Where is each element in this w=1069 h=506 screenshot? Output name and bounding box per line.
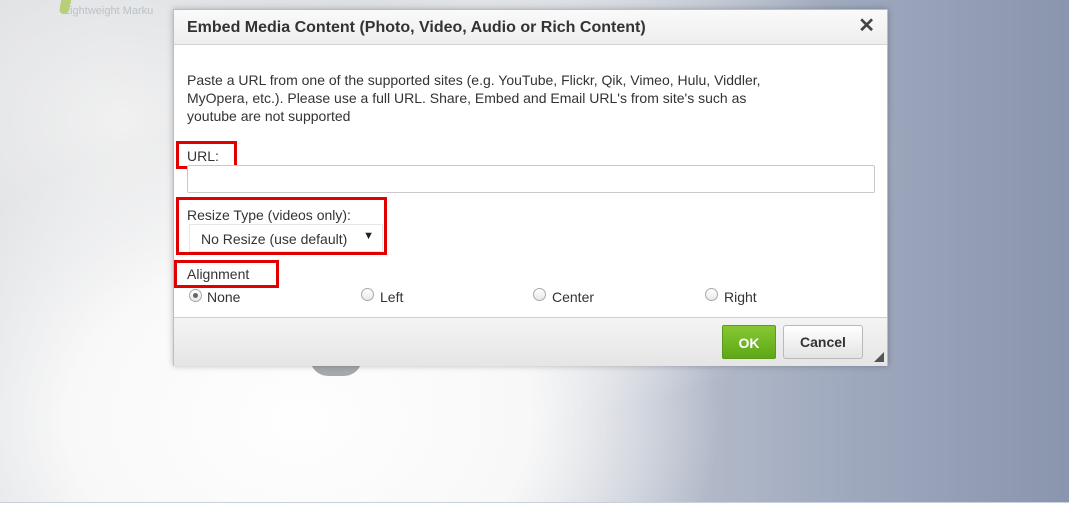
embed-media-dialog: Embed Media Content (Photo, Video, Audio… bbox=[173, 9, 888, 366]
radio-left-label: Left bbox=[380, 289, 404, 305]
cancel-button[interactable]: Cancel bbox=[783, 325, 863, 359]
radio-left[interactable] bbox=[361, 288, 374, 301]
resize-handle-icon[interactable] bbox=[874, 352, 884, 362]
url-input[interactable] bbox=[187, 165, 875, 193]
alignment-label: Alignment bbox=[187, 266, 250, 282]
dialog-footer: OK Cancel bbox=[174, 317, 887, 366]
dialog-titlebar[interactable]: Embed Media Content (Photo, Video, Audio… bbox=[174, 10, 887, 45]
ok-button[interactable]: OK bbox=[722, 325, 776, 359]
url-label: URL: bbox=[187, 148, 219, 164]
resize-type-select[interactable]: No Resize (use default) ▼ bbox=[189, 224, 383, 252]
dropdown-arrow-icon: ▼ bbox=[363, 230, 374, 242]
radio-center-label: Center bbox=[552, 289, 595, 305]
dialog-description: Paste a URL from one of the supported si… bbox=[187, 72, 761, 124]
radio-right[interactable] bbox=[705, 288, 718, 301]
radio-center[interactable] bbox=[533, 288, 546, 301]
resize-type-value: No Resize (use default) bbox=[201, 231, 348, 247]
radio-right-label: Right bbox=[724, 289, 757, 305]
resize-type-label: Resize Type (videos only): bbox=[187, 207, 351, 223]
radio-none[interactable] bbox=[189, 289, 202, 302]
close-icon[interactable]: ✕ bbox=[858, 16, 875, 36]
dialog-title: Embed Media Content (Photo, Video, Audio… bbox=[187, 19, 646, 36]
logo-text: Lightweight Marku bbox=[64, 5, 154, 17]
radio-none-label: None bbox=[207, 289, 241, 305]
page-bottom-strip bbox=[0, 502, 1069, 506]
